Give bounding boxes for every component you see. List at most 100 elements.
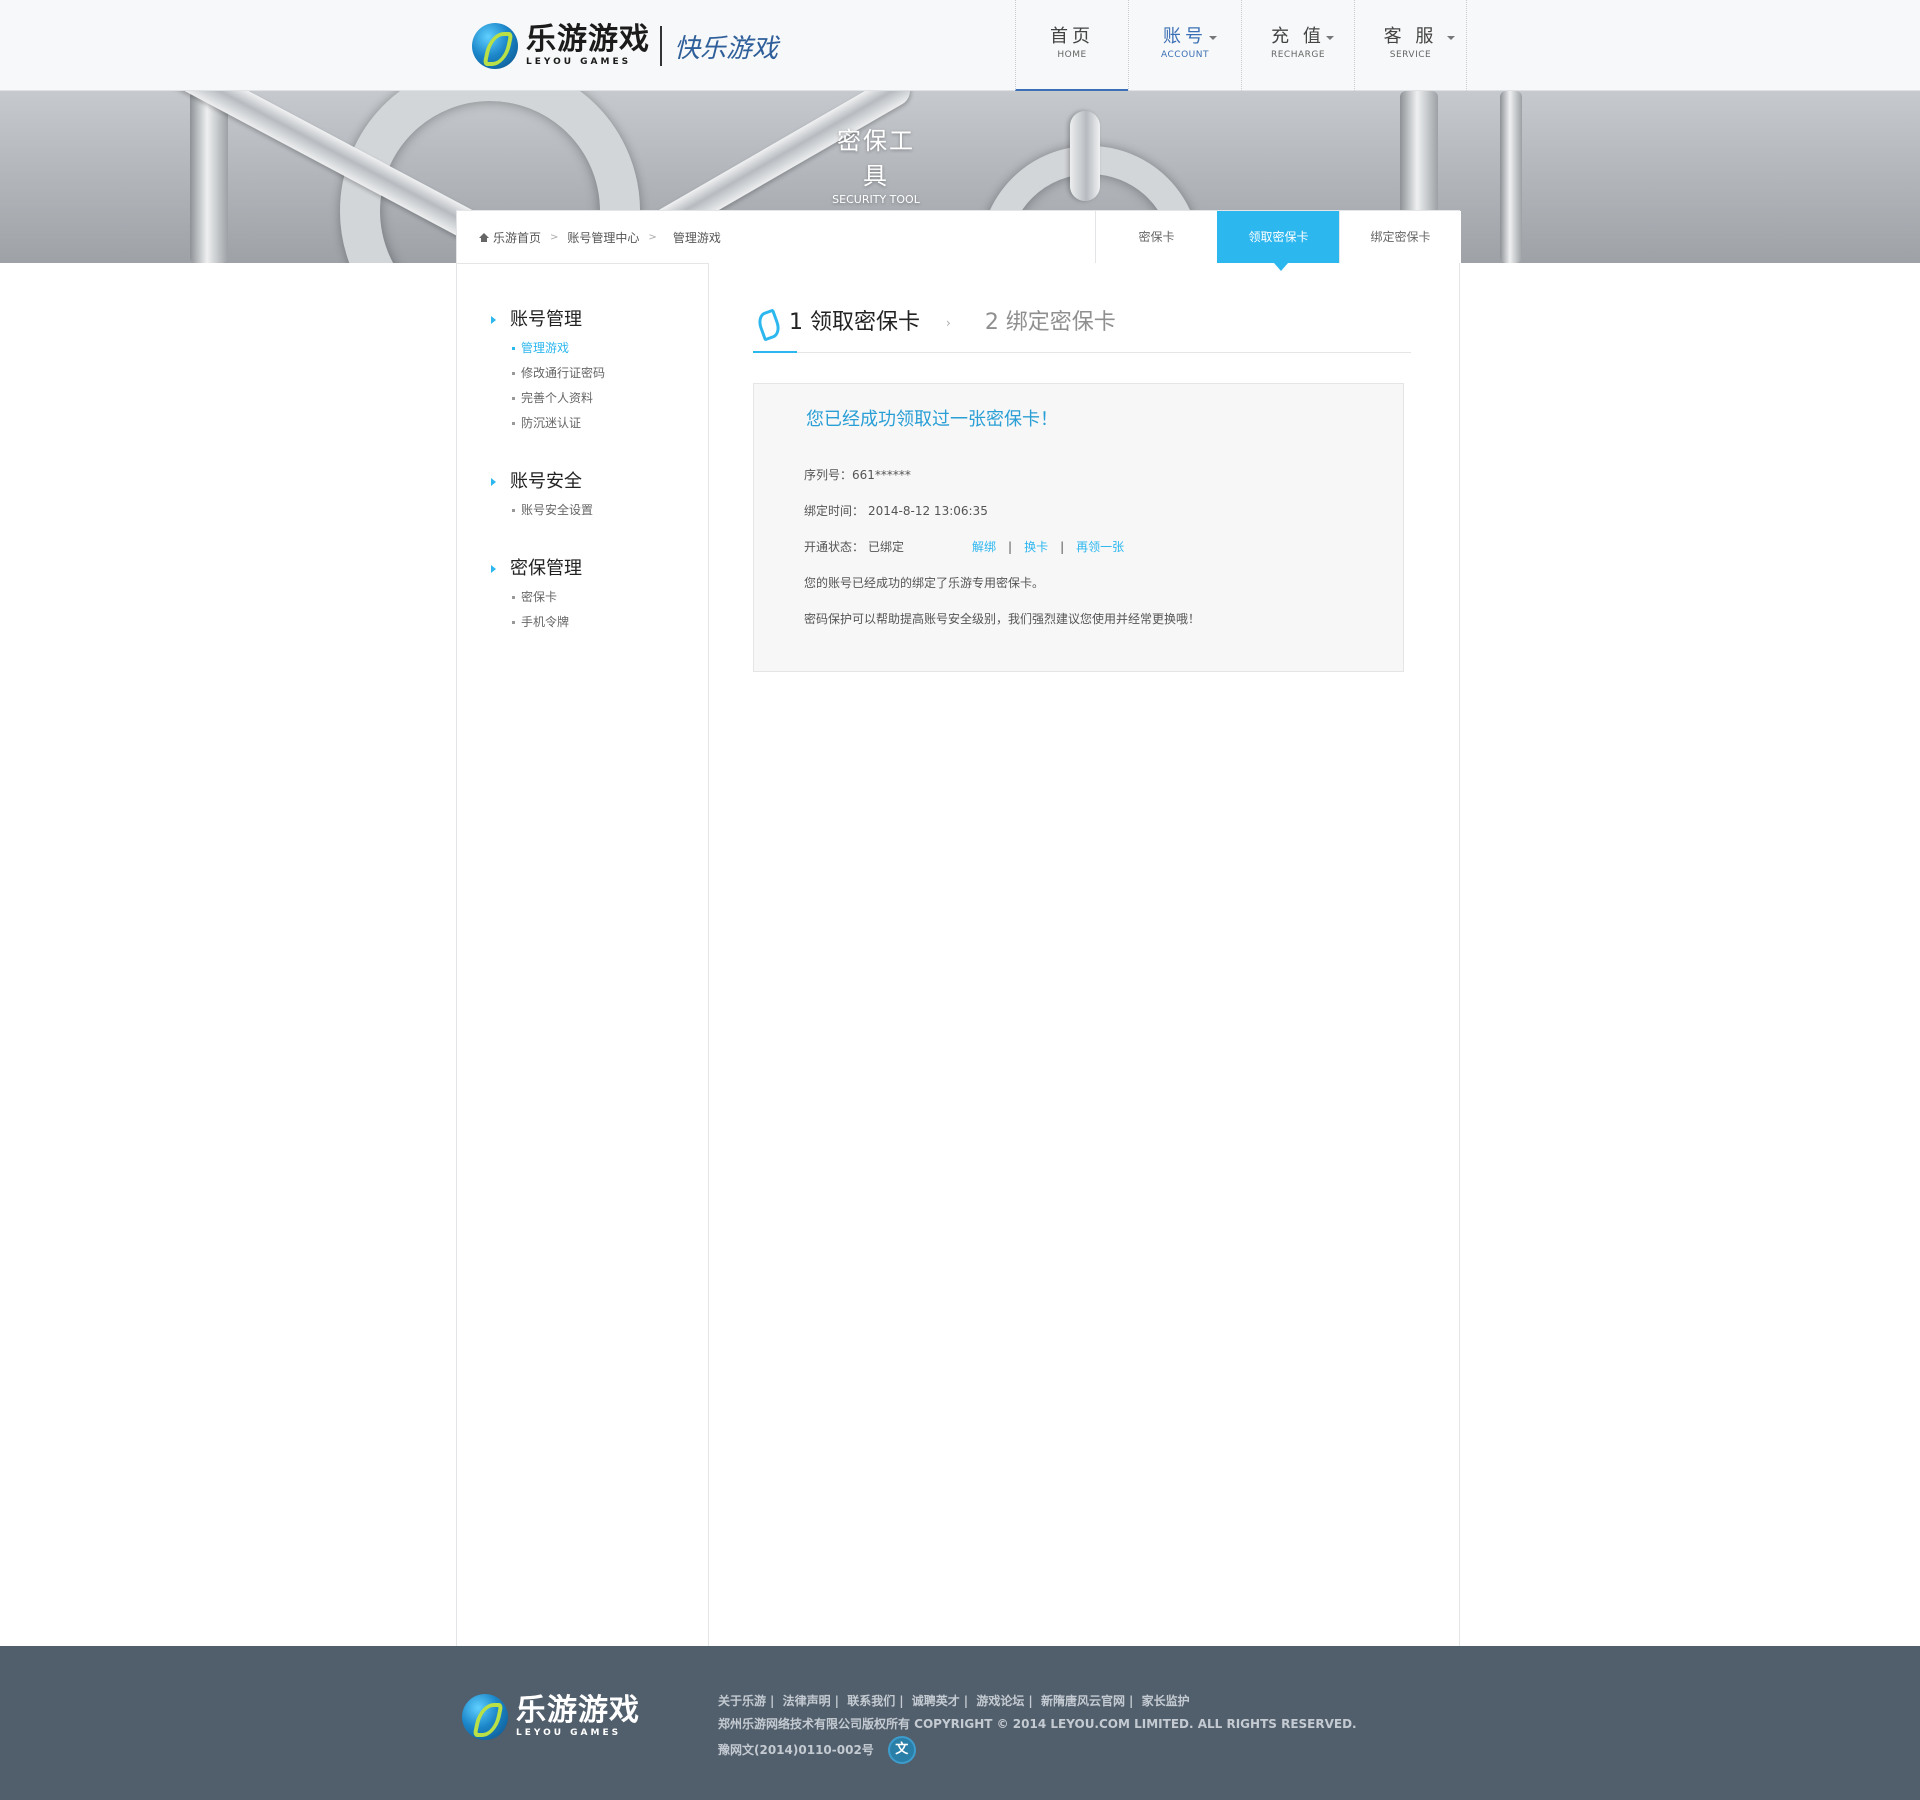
sidebar-item-label: 管理游戏 <box>521 341 570 355</box>
footer-logo-title: 乐游游戏 <box>516 1693 640 1728</box>
footer-link-game-site[interactable]: 新隋唐风云官网 <box>1041 1694 1125 1708</box>
leyou-logo-icon <box>462 1694 508 1740</box>
breadcrumb-home[interactable]: 乐游首页 <box>493 229 541 246</box>
content-frame: 乐游首页 > 账号管理中心 > 管理游戏 密保卡 领取密保卡 绑定密保卡 账号管… <box>456 210 1461 1647</box>
bullet-icon <box>512 509 515 512</box>
sidebar-item-change-password[interactable]: 修改通行证密码 <box>512 361 708 386</box>
sidebar-item-mobile-token[interactable]: 手机令牌 <box>512 610 708 635</box>
leyou-logo-icon <box>472 23 518 69</box>
bind-time-row: 绑定时间： 2014-8-12 13:06:35 <box>804 502 1403 538</box>
sidebar-group-title[interactable]: 密保管理 <box>491 557 708 581</box>
caret-down-icon <box>1447 36 1455 40</box>
status-value: 已绑定 <box>868 540 905 554</box>
home-icon <box>479 232 489 242</box>
footer-link-contact[interactable]: 联系我们 <box>847 1694 895 1708</box>
sidebar-item-profile[interactable]: 完善个人资料 <box>512 386 708 411</box>
footer-logo-subtitle: LEYOU GAMES <box>516 1728 622 1738</box>
step-1: 1 领取密保卡 <box>789 309 920 335</box>
footer-link-parental[interactable]: 家长监护 <box>1142 1694 1190 1708</box>
copyright-text: 郑州乐游网络技术有限公司版权所有 COPYRIGHT © 2014 LEYOU.… <box>718 1717 1357 1731</box>
result-panel: 您已经成功领取过一张密保卡！ 序列号： 661****** 绑定时间： 2014… <box>753 383 1404 672</box>
step-2: 2 绑定密保卡 <box>984 309 1116 335</box>
unbind-link[interactable]: 解绑 <box>972 538 996 574</box>
banner-title: 密保工具 SECURITY TOOL <box>826 121 926 206</box>
nav-home-sublabel: HOME <box>1057 50 1087 60</box>
nav-service[interactable]: 客 服 SERVICE <box>1354 0 1467 91</box>
nav-home-label: 首页 <box>1050 26 1094 47</box>
nav-recharge[interactable]: 充 值 RECHARGE <box>1241 0 1354 91</box>
footer-link-about[interactable]: 关于乐游 <box>718 1694 766 1708</box>
arrow-right-icon <box>491 316 496 324</box>
tab-bind-card[interactable]: 绑定密保卡 <box>1339 211 1461 263</box>
nav-account[interactable]: 账号 ACCOUNT <box>1128 0 1241 91</box>
footer-link-forum[interactable]: 游戏论坛 <box>976 1694 1024 1708</box>
footer-links: 关于乐游 | 法律声明 | 联系我们 | 诚聘英才 | 游戏论坛 | 新隋唐风云官网 | 家… <box>718 1694 1190 1708</box>
nav-home[interactable]: 首页 HOME <box>1015 0 1128 91</box>
bind-time-label: 绑定时间： <box>804 504 865 518</box>
logo-divider <box>660 26 662 66</box>
footer-logo: 乐游游戏 LEYOU GAMES <box>462 1694 640 1740</box>
card-actions: 解绑 | 换卡 | 再领一张 <box>972 538 1124 574</box>
serial-row: 序列号： 661****** <box>804 466 1403 502</box>
banner-title-cn: 密保工具 <box>837 127 915 190</box>
breadcrumb: 乐游首页 > 账号管理中心 > 管理游戏 <box>457 211 1107 263</box>
footer-link-legal[interactable]: 法律声明 <box>783 1694 831 1708</box>
sidebar-item-security-settings[interactable]: 账号安全设置 <box>512 498 708 523</box>
bind-time-value: 2014-8-12 13:06:35 <box>868 504 988 518</box>
vault-post-graphic <box>190 91 228 263</box>
sidebar-group-title[interactable]: 账号安全 <box>491 470 708 494</box>
flame-icon <box>755 309 777 337</box>
banner-title-en: SECURITY TOOL <box>832 193 920 206</box>
sidebar-item-anti-addiction[interactable]: 防沉迷认证 <box>512 411 708 436</box>
action-divider: | <box>1008 540 1013 554</box>
sidebar-group-label: 账号管理 <box>510 309 582 330</box>
security-advice-note: 密码保护可以帮助提高账号安全级别，我们强烈建议您使用并经常更换哦！ <box>804 612 1201 626</box>
breadcrumb-account-center[interactable]: 账号管理中心 <box>567 229 639 246</box>
nav-account-sublabel: ACCOUNT <box>1161 50 1209 60</box>
footer-link-jobs[interactable]: 诚聘英才 <box>912 1694 960 1708</box>
tab-claim-card[interactable]: 领取密保卡 <box>1217 211 1339 271</box>
step-indicator: 1 领取密保卡 › 2 绑定密保卡 <box>753 293 1411 353</box>
culture-license-badge-icon[interactable]: 文 <box>887 1736 916 1764</box>
sidebar-group-title[interactable]: 账号管理 <box>491 308 708 332</box>
bullet-icon <box>512 397 515 400</box>
site-footer: 乐游游戏 LEYOU GAMES 关于乐游 | 法律声明 | 联系我们 | 诚聘英才 |… <box>0 1646 1920 1800</box>
sidebar-item-manage-games[interactable]: 管理游戏 <box>512 336 708 361</box>
sidebar: 账号管理 管理游戏 修改通行证密码 完善个人资料 防沉迷认证 账号安全 账号安全… <box>457 263 709 1647</box>
status-label: 开通状态： <box>804 540 865 554</box>
sidebar-item-label: 修改通行证密码 <box>521 366 606 380</box>
vault-post-graphic <box>1500 91 1522 263</box>
bullet-icon <box>512 347 515 350</box>
logo-title: 乐游游戏 <box>526 22 650 57</box>
bullet-icon <box>512 422 515 425</box>
site-header: 乐游游戏 LEYOU GAMES 快乐游戏 首页 HOME 账号 ACCOUNT… <box>0 0 1920 91</box>
status-row: 开通状态： 已绑定 解绑 | 换卡 | 再领一张 <box>804 538 1403 574</box>
chevron-right-icon: > <box>550 231 559 243</box>
caret-down-icon <box>1209 36 1217 40</box>
sidebar-item-label: 密保卡 <box>521 590 558 604</box>
site-logo[interactable]: 乐游游戏 LEYOU GAMES 快乐游戏 <box>472 22 778 70</box>
claim-another-link[interactable]: 再领一张 <box>1076 538 1124 574</box>
card-info: 序列号： 661****** 绑定时间： 2014-8-12 13:06:35 … <box>804 466 1403 646</box>
arrow-right-icon <box>491 565 496 573</box>
security-card-tabs: 密保卡 领取密保卡 绑定密保卡 <box>1095 211 1461 271</box>
bullet-icon <box>512 372 515 375</box>
footer-text: 关于乐游 | 法律声明 | 联系我们 | 诚聘英才 | 游戏论坛 | 新隋唐风云官网 | 家… <box>718 1690 1357 1764</box>
active-step-underline <box>753 351 797 353</box>
vault-handle-graphic <box>1070 111 1100 201</box>
replace-card-link[interactable]: 换卡 <box>1024 538 1048 574</box>
bullet-icon <box>512 596 515 599</box>
bullet-icon <box>512 621 515 624</box>
tab-security-card[interactable]: 密保卡 <box>1095 211 1217 263</box>
caret-down-icon <box>1326 36 1334 40</box>
icp-license: 豫网文(2014)0110-002号 <box>718 1742 874 1757</box>
sidebar-item-security-card[interactable]: 密保卡 <box>512 585 708 610</box>
chevron-right-icon: › <box>946 315 951 330</box>
sidebar-item-label: 完善个人资料 <box>521 391 594 405</box>
sidebar-item-label: 防沉迷认证 <box>521 416 582 430</box>
main-nav: 首页 HOME 账号 ACCOUNT 充 值 RECHARGE 客 服 SERV… <box>1015 0 1467 91</box>
nav-service-sublabel: SERVICE <box>1389 50 1432 60</box>
arrow-right-icon <box>491 478 496 486</box>
logo-subtitle: LEYOU GAMES <box>526 57 632 67</box>
breadcrumb-current: 管理游戏 <box>672 230 721 245</box>
